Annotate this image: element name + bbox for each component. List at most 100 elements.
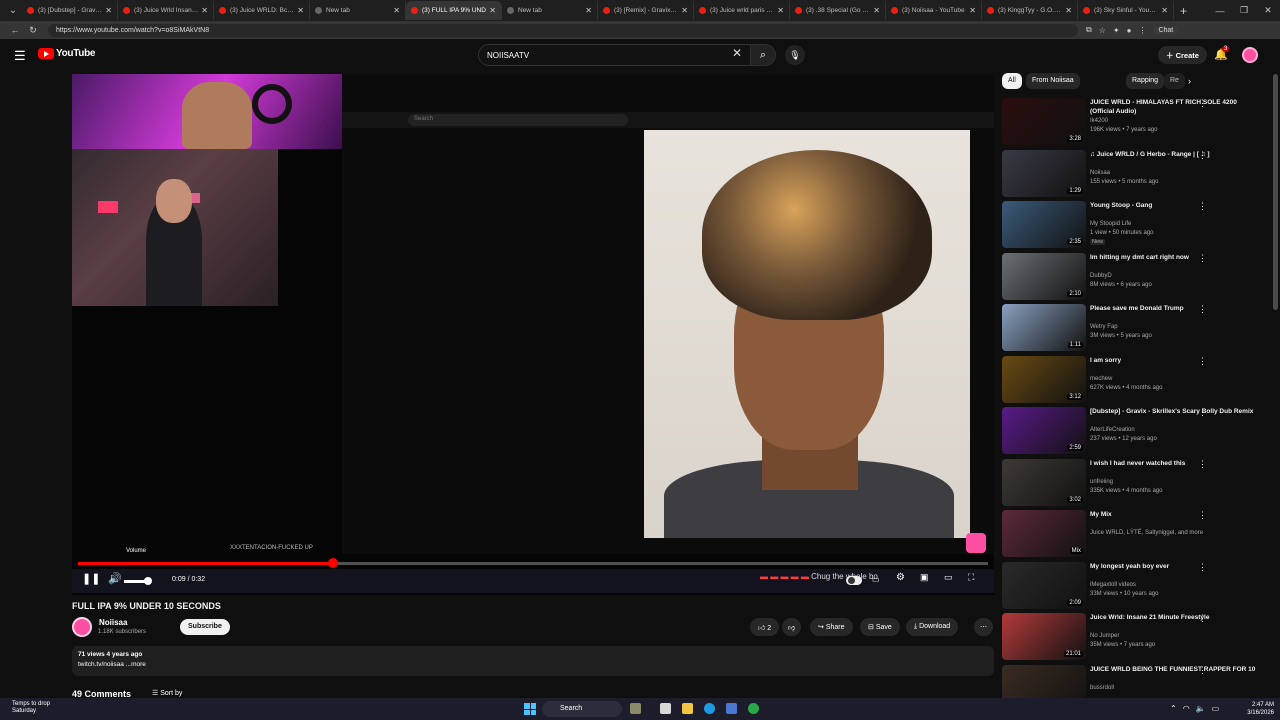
recommendation-title[interactable]: My longest yeah boy ever: [1090, 562, 1262, 571]
recommendation-title[interactable]: ♫ Juice WRLD / G Herbo - Range | [ ♫ ]: [1090, 150, 1262, 159]
recommendation-item[interactable]: 2:09 My longest yeah boy ever iMegaxtoll v…: [1002, 561, 1272, 613]
chat-button[interactable]: Chat: [1153, 26, 1179, 34]
tab-close-icon[interactable]: ✕: [1161, 6, 1168, 15]
recommendation-title[interactable]: JUICE WRLD - HIMALAYAS FT RICH SOLE 4200…: [1090, 98, 1262, 116]
more-options-icon[interactable]: ⋮: [1198, 253, 1207, 264]
browser-tab-8[interactable]: (3) .38 Special (Go Go) - ✕: [790, 1, 886, 20]
chip-from-channel[interactable]: From Noiisaa: [1026, 73, 1080, 89]
recommendation-channel[interactable]: bussrdoll: [1090, 685, 1114, 691]
tab-close-icon[interactable]: ✕: [585, 6, 592, 15]
more-options-icon[interactable]: ⋮: [1198, 459, 1207, 470]
recommendation-channel[interactable]: Juice WRLD, LŸTË, Saltyniggel, and more: [1090, 530, 1203, 536]
tab-close-icon[interactable]: ✕: [681, 6, 688, 15]
volume-icon[interactable]: 🔊: [108, 572, 122, 585]
tab-close-icon[interactable]: ✕: [873, 6, 880, 15]
recommendation-title[interactable]: Juice Wrld: Insane 21 Minute Freestyle: [1090, 613, 1262, 622]
autoplay-toggle[interactable]: [846, 576, 862, 585]
youtube-logo[interactable]: YouTube: [38, 48, 96, 59]
video-thumbnail[interactable]: 2:10: [1002, 252, 1086, 300]
download-button[interactable]: ⤓ Download: [906, 618, 959, 636]
more-options-icon[interactable]: ⋮: [1198, 356, 1207, 367]
more-options-icon[interactable]: ⋮: [1198, 613, 1207, 624]
maximize-icon[interactable]: ❐: [1232, 0, 1256, 21]
sort-comments-button[interactable]: ☰ Sort by: [152, 689, 182, 697]
chip-more[interactable]: Re: [1164, 73, 1185, 89]
edge-icon[interactable]: [704, 703, 715, 714]
progress-bar[interactable]: [78, 558, 988, 568]
recommendation-item[interactable]: 2:35 Young Stoop - Gang My Stoopid Life 1 v…: [1002, 201, 1272, 252]
minimize-icon[interactable]: —: [1208, 0, 1232, 21]
more-options-icon[interactable]: ⋮: [1198, 665, 1207, 676]
dislike-button[interactable]: 👎︎: [782, 618, 802, 636]
video-thumbnail[interactable]: 1:11: [1002, 304, 1086, 351]
back-arrow-icon[interactable]: ←: [6, 25, 24, 35]
video-thumbnail[interactable]: 3:02: [1002, 458, 1086, 506]
more-options-icon[interactable]: ⋮: [1198, 201, 1207, 212]
windows-start-icon[interactable]: [524, 703, 536, 715]
recommendation-channel[interactable]: DubbyD: [1090, 273, 1112, 279]
pause-icon[interactable]: ❚❚: [82, 572, 100, 585]
recommendation-title[interactable]: Please save me Donald Trump: [1090, 304, 1262, 313]
theater-mode-icon[interactable]: ▭: [944, 572, 953, 583]
recommendation-channel[interactable]: iMegaxtoll videos: [1090, 582, 1136, 588]
share-button[interactable]: ↪ Share: [810, 618, 853, 636]
tab-close-icon[interactable]: ✕: [393, 6, 400, 15]
search-button[interactable]: ⌕: [750, 44, 776, 66]
bookmark-star-icon[interactable]: ☆: [1099, 26, 1106, 35]
battery-icon[interactable]: ▭: [1212, 704, 1220, 713]
browser-tab-4[interactable]: (3) FULL IPA 9% UND ✕: [406, 1, 502, 20]
menu-kebab-icon[interactable]: ⋮: [1138, 26, 1146, 35]
channel-avatar[interactable]: [72, 617, 92, 637]
tray-chevron-icon[interactable]: ⌃: [1170, 704, 1177, 713]
browser-tab-5[interactable]: New tab ✕: [502, 1, 598, 20]
tab-search-chevron-icon[interactable]: ⌄: [4, 2, 22, 20]
browser-tab-7[interactable]: (3) Juice wrld paris freesty✕: [694, 1, 790, 20]
translate-icon[interactable]: ⧉: [1086, 25, 1092, 35]
weather-widget[interactable]: Temps to drop Saturday: [12, 701, 50, 715]
tab-close-icon[interactable]: ✕: [1065, 6, 1072, 15]
search-input[interactable]: NOIISAATV: [478, 44, 750, 66]
subtitles-icon[interactable]: ▭: [872, 575, 880, 584]
volume-slider-knob[interactable]: [144, 577, 152, 585]
recommendation-item[interactable]: 3:28 JUICE WRLD - HIMALAYAS FT RICH SOLE …: [1002, 98, 1272, 149]
recommendation-channel[interactable]: AlterLifeCreation: [1090, 427, 1135, 433]
browser-tab-3[interactable]: New tab ✕: [310, 1, 406, 20]
recommendation-item[interactable]: 3:02 I wish I had never watched this unfre…: [1002, 458, 1272, 510]
clear-search-icon[interactable]: ✕: [732, 46, 742, 60]
recommendation-item[interactable]: Mix My Mix Juice WRLD, LŸTË, Saltyniggel, …: [1002, 510, 1272, 561]
browser-tab-11[interactable]: (3) Sky Sinful - YouTube ✕: [1078, 1, 1174, 20]
browser-tab-9[interactable]: (3) Noiisaa - YouTube ✕: [886, 1, 982, 20]
recommendation-title[interactable]: [Dubstep] - Gravix - Skrillex's Scary Bo…: [1090, 407, 1262, 416]
page-scrollbar[interactable]: [1273, 74, 1278, 310]
tab-close-icon[interactable]: ✕: [105, 6, 112, 15]
tab-close-icon[interactable]: ✕: [489, 6, 496, 15]
video-player[interactable]: Search Volume XXXTENTACION-FUCKED UP ▬ ▬…: [72, 74, 994, 595]
speaker-icon[interactable]: 🔈: [1196, 704, 1206, 713]
video-thumbnail[interactable]: 2:09: [1002, 561, 1086, 609]
new-tab-button[interactable]: +: [1180, 4, 1187, 18]
video-thumbnail[interactable]: 2:35: [1002, 201, 1086, 248]
progress-scrubber[interactable]: [327, 558, 338, 568]
profile-icon[interactable]: ●: [1127, 26, 1132, 35]
recommendation-title[interactable]: Im hitting my dmt cart right now: [1090, 253, 1262, 262]
miniplayer-icon[interactable]: ▣: [920, 572, 929, 583]
reload-icon[interactable]: ↻: [24, 25, 42, 36]
more-actions-button[interactable]: ⋯: [974, 618, 993, 636]
tab-close-icon[interactable]: ✕: [969, 6, 976, 15]
recommendation-title[interactable]: I am sorry: [1090, 356, 1262, 365]
chip-rapping[interactable]: Rapping: [1126, 73, 1165, 89]
browser-tab-0[interactable]: (3) [Dubstep] - Gravix - S✕: [22, 1, 118, 20]
recommendation-item[interactable]: 21:01 Juice Wrld: Insane 21 Minute Freest…: [1002, 613, 1272, 664]
subscribe-button[interactable]: Subscribe: [180, 619, 230, 635]
recommendation-channel[interactable]: My Stoopid Life: [1090, 221, 1131, 227]
video-thumbnail[interactable]: 2:59: [1002, 407, 1086, 454]
video-thumbnail[interactable]: 1:29: [1002, 149, 1086, 197]
more-options-icon[interactable]: ⋮: [1198, 407, 1207, 418]
recommendation-channel[interactable]: Ik4200: [1090, 118, 1108, 124]
recommendation-item[interactable]: 3:12 I am sorry mechew 627K views • 4 month…: [1002, 355, 1272, 407]
more-options-icon[interactable]: ⋮: [1198, 562, 1207, 573]
browser-tab-10[interactable]: (3) KinggTyy - G.O.A.T ✕: [982, 1, 1078, 20]
tab-close-icon[interactable]: ✕: [201, 6, 208, 15]
settings-gear-icon[interactable]: ⚙: [896, 572, 905, 583]
recommendation-title[interactable]: JUICE WRLD BEING THE FUNNIEST RAPPER FOR…: [1090, 665, 1262, 674]
